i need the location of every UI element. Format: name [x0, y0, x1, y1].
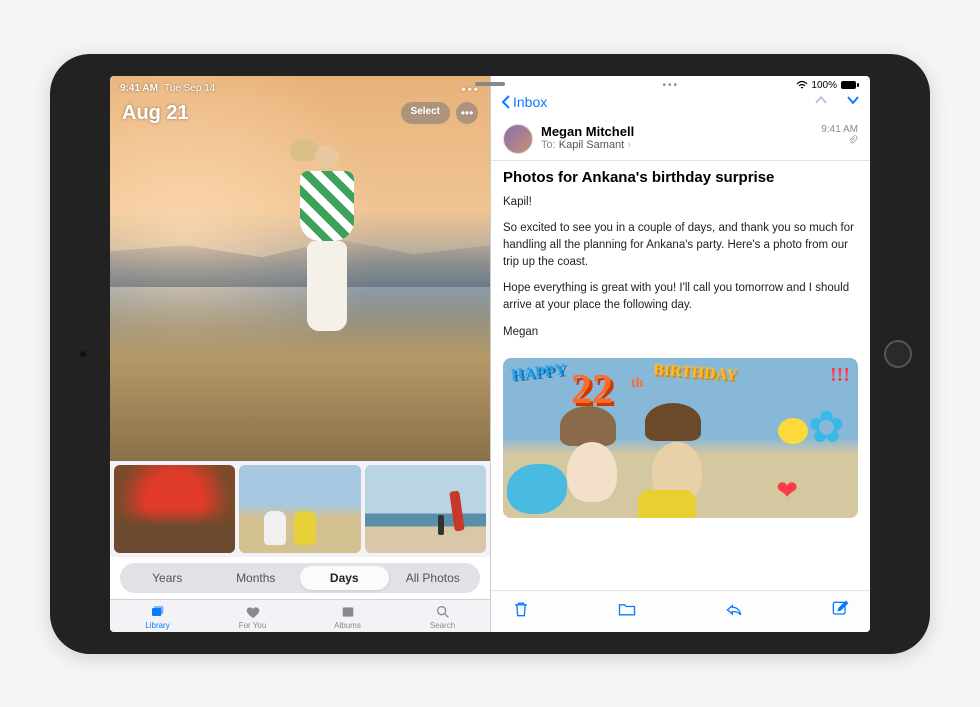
attachment-icon	[848, 135, 858, 145]
segment-all-photos[interactable]: All Photos	[389, 566, 478, 590]
search-icon	[434, 604, 452, 620]
segment-days[interactable]: Days	[300, 566, 389, 590]
chevron-right-icon: ›	[627, 139, 631, 151]
tab-library[interactable]: Library	[110, 604, 205, 630]
tab-search[interactable]: Search	[395, 604, 490, 630]
photo-thumbnail[interactable]	[365, 465, 486, 553]
photos-date-heading: Aug 21	[122, 102, 189, 125]
albums-icon	[339, 604, 357, 620]
compose-icon	[830, 599, 850, 619]
ipad-device-frame: 9:41 AM Tue Sep 14 ••• Aug 21 Select •••	[50, 54, 930, 654]
reply-button[interactable]	[724, 599, 744, 624]
front-camera	[80, 351, 86, 357]
status-bar-right: ••• 100%	[491, 76, 870, 91]
mail-app: ••• 100% Inbox	[490, 76, 870, 632]
reply-icon	[724, 599, 744, 619]
tab-label: Albums	[334, 621, 361, 630]
folder-icon	[617, 599, 637, 619]
doodle-text-exclaim: !!!	[830, 364, 850, 387]
doodle-text-th: th	[631, 376, 643, 392]
tab-albums[interactable]: Albums	[300, 604, 395, 630]
body-signature: Megan	[503, 324, 858, 341]
doodle-text-birthday: BIRTHDAY	[652, 361, 737, 385]
chevron-down-icon	[846, 93, 860, 107]
mail-toolbar	[491, 590, 870, 632]
message-time: 9:41 AM	[821, 124, 858, 135]
battery-icon	[840, 80, 860, 90]
split-view-handle[interactable]	[475, 82, 505, 86]
mail-nav-bar: Inbox	[491, 91, 870, 118]
message-subject: Photos for Ankana's birthday surprise	[491, 161, 870, 190]
chevron-left-icon	[501, 95, 511, 109]
doodle-heart-icon: ❤	[776, 475, 798, 506]
screen: 9:41 AM Tue Sep 14 ••• Aug 21 Select •••	[110, 76, 870, 632]
segment-months[interactable]: Months	[212, 566, 301, 590]
status-time: 9:41 AM	[120, 83, 158, 94]
sender-name[interactable]: Megan Mitchell	[541, 124, 813, 139]
next-message-button[interactable]	[846, 93, 860, 112]
ellipsis-icon: •••	[461, 106, 474, 120]
view-segmented-control: Years Months Days All Photos	[120, 563, 480, 593]
to-label: To:	[541, 139, 556, 151]
more-options-button[interactable]: •••	[456, 102, 478, 124]
doodle-text-happy: HAPPY	[510, 361, 567, 385]
doodle-flower-icon	[808, 406, 852, 450]
body-paragraph: Kapil!	[503, 194, 858, 211]
photo-thumbnail[interactable]	[114, 465, 235, 553]
wifi-icon	[796, 80, 808, 90]
photo-thumbnail[interactable]	[239, 465, 360, 553]
home-button[interactable]	[884, 340, 912, 368]
tab-label: Library	[145, 621, 169, 630]
attachment-image[interactable]: HAPPY 22 th BIRTHDAY !!! ❤	[503, 358, 858, 518]
multitask-dots-icon[interactable]: •••	[663, 80, 680, 91]
trash-button[interactable]	[511, 599, 531, 624]
status-date: Tue Sep 14	[164, 83, 215, 94]
doodle-text-number: 22	[571, 366, 613, 414]
foryou-icon	[244, 604, 262, 620]
recipient-name: Kapil Samant	[559, 139, 624, 151]
sender-avatar[interactable]	[503, 124, 533, 154]
photos-app: 9:41 AM Tue Sep 14 ••• Aug 21 Select •••	[110, 76, 490, 632]
message-body: Kapil! So excited to see you in a couple…	[491, 190, 870, 355]
tab-label: For You	[239, 621, 267, 630]
back-button[interactable]: Inbox	[501, 94, 547, 110]
prev-message-button[interactable]	[814, 93, 828, 112]
tab-for-you[interactable]: For You	[205, 604, 300, 630]
tab-label: Search	[430, 621, 455, 630]
library-icon	[149, 604, 167, 620]
back-button-label: Inbox	[513, 94, 547, 110]
status-bar-left: 9:41 AM Tue Sep 14 •••	[120, 82, 480, 96]
recipient-row[interactable]: To: Kapil Samant ›	[541, 139, 813, 151]
photo-thumbnails-row	[110, 461, 490, 557]
compose-button[interactable]	[830, 599, 850, 624]
segment-years[interactable]: Years	[123, 566, 212, 590]
move-button[interactable]	[617, 599, 637, 624]
body-paragraph: So excited to see you in a couple of day…	[503, 220, 858, 270]
select-button[interactable]: Select	[401, 102, 450, 124]
photos-hero-image[interactable]: 9:41 AM Tue Sep 14 ••• Aug 21 Select •••	[110, 76, 490, 461]
trash-icon	[511, 599, 531, 619]
message-header: Megan Mitchell To: Kapil Samant › 9:41 A…	[491, 118, 870, 161]
photos-tab-bar: Library For You Albums Search	[110, 599, 490, 632]
body-paragraph: Hope everything is great with you! I'll …	[503, 280, 858, 313]
battery-percentage: 100%	[811, 80, 837, 91]
chevron-up-icon	[814, 93, 828, 107]
